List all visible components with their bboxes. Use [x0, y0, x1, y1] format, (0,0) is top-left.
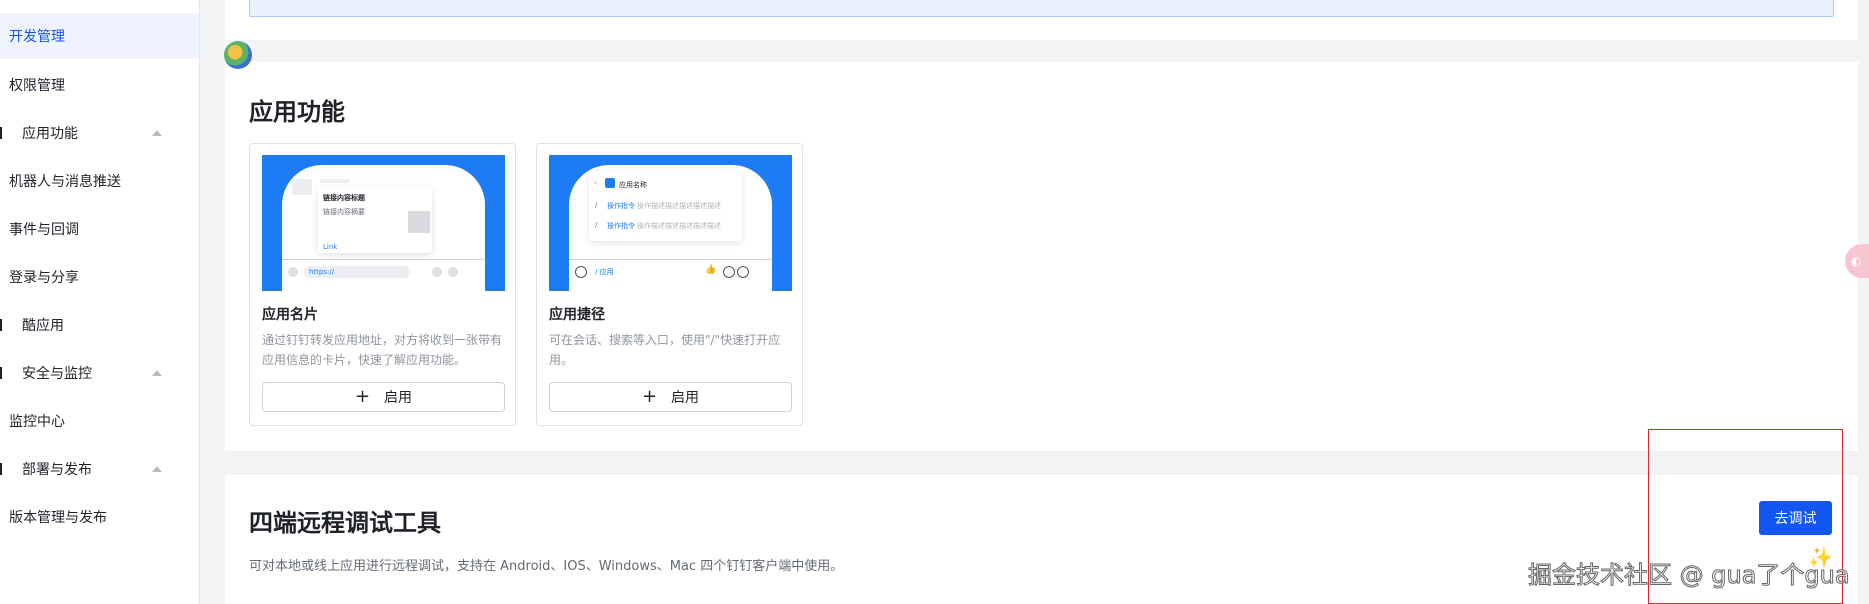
- plus-icon: +: [641, 386, 658, 407]
- mock-link-text: Link: [323, 243, 338, 251]
- thumbnail-placeholder: [408, 211, 430, 233]
- group-marker: [0, 367, 2, 379]
- sidebar-item-versions[interactable]: 版本管理与发布: [0, 494, 199, 540]
- app-card-preview-image: 链接内容标题 链接内容摘要 Link https://: [262, 155, 505, 291]
- helper-icon: ◐: [1851, 254, 1862, 268]
- mock-command-desc: 操作描述描述描述描述描述: [637, 202, 721, 210]
- divider: [282, 259, 485, 260]
- chevron-left-icon: ‹: [594, 179, 597, 187]
- sidebar-item-label: 监控中心: [9, 414, 65, 430]
- phone-mockup: 链接内容标题 链接内容摘要 Link https://: [282, 165, 485, 291]
- sidebar-item-label: 机器人与消息推送: [9, 174, 121, 190]
- sidebar-group-label: 安全与监控: [22, 366, 92, 382]
- mock-card-title: 链接内容标题: [323, 194, 365, 202]
- info-banner: [249, 0, 1834, 17]
- feature-card-app-shortcut: ‹ 应用名称 / 操作指令 操作描述描述描述描述描述 / 操作指令 操作描述描述…: [536, 143, 803, 426]
- sidebar-item-label: 权限管理: [9, 78, 65, 94]
- circle-icon: [432, 267, 442, 277]
- link-card-mockup: 链接内容标题 链接内容摘要 Link: [318, 187, 432, 253]
- divider: [569, 259, 772, 260]
- feature-description: 通过钉钉转发应用地址，对方将收到一张带有应用信息的卡片，快速了解应用功能。: [262, 333, 503, 367]
- sidebar-group-deploy[interactable]: 部署与发布: [0, 446, 199, 492]
- thumbs-up-icon: 👍: [705, 265, 717, 275]
- sidebar-item-permissions[interactable]: 权限管理: [0, 62, 199, 108]
- feature-name: 应用名片: [262, 307, 318, 323]
- sidebar-item-bot-messages[interactable]: 机器人与消息推送: [0, 158, 199, 204]
- feature-description: 可在会话、搜索等入口，使用"/"快速打开应用。: [549, 333, 781, 367]
- sidebar-item-label: 开发管理: [9, 29, 65, 45]
- sidebar-item-label: 酷应用: [22, 318, 64, 334]
- section-title: 应用功能: [249, 98, 345, 126]
- chevron-up-icon: [152, 370, 162, 376]
- mock-url-text: https://: [309, 268, 335, 276]
- sidebar-item-events[interactable]: 事件与回调: [0, 206, 199, 252]
- plus-icon: +: [354, 386, 371, 407]
- shortcut-panel-mockup: ‹ 应用名称 / 操作指令 操作描述描述描述描述描述 / 操作指令 操作描述描述…: [589, 171, 742, 241]
- app-logo-icon: [605, 178, 615, 188]
- mock-input-text: / 应用: [595, 268, 614, 276]
- sidebar-group-app-features[interactable]: 应用功能: [0, 110, 199, 156]
- voice-icon: [575, 266, 587, 278]
- section-description: 可对本地或线上应用进行远程调试，支持在 Android、IOS、Windows、…: [249, 559, 844, 574]
- slash-icon: /: [595, 221, 598, 229]
- sidebar: 开发管理 权限管理 应用功能 机器人与消息推送 事件与回调 登录与分享 酷应用 …: [0, 0, 200, 604]
- button-label: 启用: [671, 390, 700, 406]
- sidebar-item-label: 事件与回调: [9, 222, 79, 238]
- emoji-icon: [723, 266, 735, 278]
- group-marker: [0, 319, 2, 331]
- enable-app-shortcut-button[interactable]: + 启用: [549, 382, 792, 412]
- sidebar-group-security[interactable]: 安全与监控: [0, 350, 199, 396]
- add-circle-icon: [737, 266, 749, 278]
- watermark-text: 掘金技术社区 @ gua了个gua: [1528, 561, 1851, 590]
- mock-command: 操作指令: [607, 222, 635, 230]
- feature-name: 应用捷径: [549, 307, 605, 323]
- feature-card-app-card: 链接内容标题 链接内容摘要 Link https:// 应用名片 通过钉钉转发应…: [249, 143, 516, 426]
- name-placeholder: [320, 179, 350, 183]
- circle-icon: [448, 267, 458, 277]
- sidebar-item-label: 版本管理与发布: [9, 510, 107, 526]
- mock-app-name: 应用名称: [619, 181, 647, 189]
- mock-command: 操作指令: [607, 202, 635, 210]
- enable-app-card-button[interactable]: + 启用: [262, 382, 505, 412]
- phone-mockup: ‹ 应用名称 / 操作指令 操作描述描述描述描述描述 / 操作指令 操作描述描述…: [569, 165, 772, 291]
- sidebar-item-monitoring[interactable]: 监控中心: [0, 398, 199, 444]
- app-shortcut-preview-image: ‹ 应用名称 / 操作指令 操作描述描述描述描述描述 / 操作指令 操作描述描述…: [549, 155, 792, 291]
- url-input-mockup: https://: [304, 266, 410, 278]
- chevron-up-icon: [152, 130, 162, 136]
- sidebar-item-label: 登录与分享: [9, 270, 79, 286]
- avatar: [292, 179, 312, 195]
- group-marker: [0, 127, 2, 139]
- sidebar-group-label: 应用功能: [22, 126, 78, 142]
- sidebar-item-dev-management[interactable]: 开发管理: [0, 13, 199, 59]
- group-marker: [0, 463, 2, 475]
- mock-card-subtitle: 链接内容摘要: [323, 208, 365, 216]
- mock-command-desc: 操作描述描述描述描述描述: [637, 222, 721, 230]
- chevron-up-icon: [152, 466, 162, 472]
- sidebar-item-cool-app[interactable]: 酷应用: [0, 302, 199, 348]
- section-title: 四端远程调试工具: [249, 509, 441, 537]
- sidebar-item-login-share[interactable]: 登录与分享: [0, 254, 199, 300]
- slash-icon: /: [595, 201, 598, 209]
- bowl-mascot-icon: [224, 41, 252, 69]
- circle-icon: [288, 267, 298, 277]
- sidebar-group-label: 部署与发布: [22, 462, 92, 478]
- button-label: 启用: [384, 390, 413, 406]
